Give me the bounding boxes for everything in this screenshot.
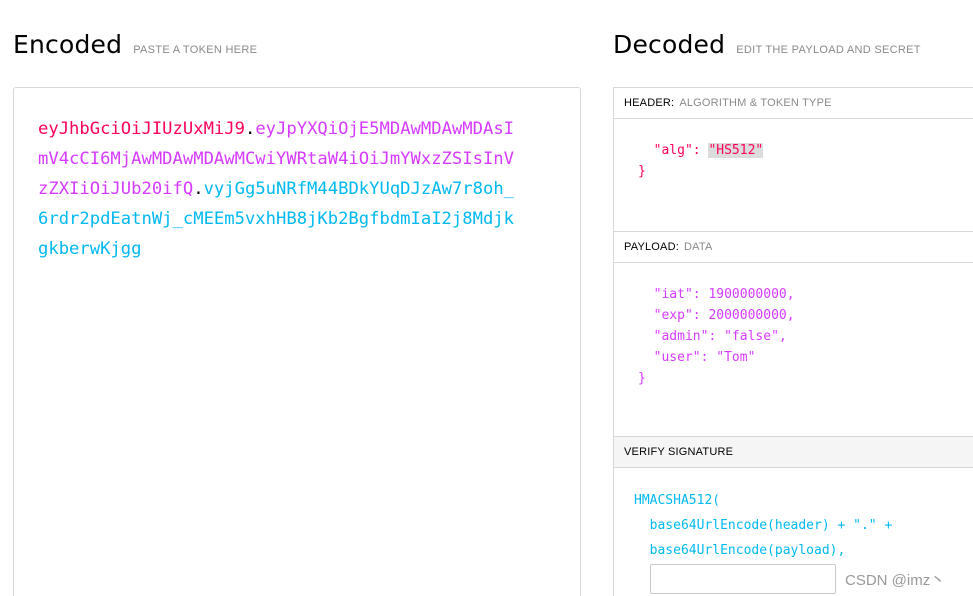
- payload-field-line: "user": "Tom": [653, 350, 756, 365]
- decoded-panel: HEADER: ALGORITHM & TOKEN TYPE "alg": "H…: [613, 87, 973, 596]
- payload-section-heading: PAYLOAD: DATA: [614, 232, 973, 263]
- json-key: "user": [653, 350, 701, 365]
- token-dot: .: [244, 119, 256, 139]
- json-value: 1900000000,: [708, 287, 795, 302]
- payload-section-label: PAYLOAD:: [624, 241, 679, 253]
- encoded-token-text[interactable]: eyJhbGciOiJIUzUxMiJ9.eyJpYXQiOjE5MDAwMDA…: [38, 114, 518, 264]
- header-json-editor[interactable]: "alg": "HS512" }: [614, 119, 973, 232]
- json-key: "iat": [653, 287, 693, 302]
- jwt-debugger-page: Encoded PASTE A TOKEN HERE Decoded EDIT …: [0, 0, 973, 596]
- decoded-title: Decoded: [613, 30, 726, 59]
- verify-signature-body: HMACSHA512( base64UrlEncode(header) + ".…: [614, 468, 973, 594]
- json-value: "false",: [724, 329, 787, 344]
- verify-code-line: base64UrlEncode(payload),: [634, 543, 846, 558]
- payload-section-sub: DATA: [684, 241, 713, 253]
- encoded-title: Encoded: [13, 30, 123, 59]
- encoded-token-editor[interactable]: eyJhbGciOiJIUzUxMiJ9.eyJpYXQiOjE5MDAwMDA…: [13, 87, 581, 596]
- json-key: "alg": [653, 143, 693, 158]
- decoded-subtitle: EDIT THE PAYLOAD AND SECRET: [736, 44, 921, 56]
- json-key: "exp": [653, 308, 693, 323]
- payload-json-editor[interactable]: "iat": 1900000000, "exp": 2000000000, "a…: [614, 263, 973, 437]
- json-value: "Tom": [716, 350, 756, 365]
- token-dot: .: [193, 179, 204, 199]
- verify-code-line: base64UrlEncode(header) + "." +: [634, 518, 893, 533]
- json-close-brace: }: [638, 164, 646, 179]
- header-section-heading: HEADER: ALGORITHM & TOKEN TYPE: [614, 88, 973, 119]
- verify-section-heading: VERIFY SIGNATURE: [614, 437, 973, 468]
- json-key: "admin": [653, 329, 709, 344]
- verify-code-line: HMACSHA512(: [634, 493, 721, 508]
- json-value: 2000000000,: [708, 308, 795, 323]
- encoded-subtitle: PASTE A TOKEN HERE: [133, 44, 258, 56]
- token-header-part: eyJhbGciOiJIUzUxMiJ9: [38, 119, 245, 139]
- header-alg-line: "alg": "HS512": [653, 143, 764, 158]
- secret-input[interactable]: [650, 564, 836, 594]
- header-section-label: HEADER:: [624, 97, 675, 109]
- json-value: "HS512": [708, 143, 764, 158]
- payload-close-line: }: [638, 368, 973, 389]
- watermark: CSDN @imz丶: [845, 572, 946, 589]
- json-close-brace: }: [638, 371, 646, 386]
- payload-field-line: "iat": 1900000000,: [653, 287, 795, 302]
- encoded-heading: Encoded PASTE A TOKEN HERE: [13, 30, 257, 59]
- payload-field-line: "exp": 2000000000,: [653, 308, 795, 323]
- decoded-heading: Decoded EDIT THE PAYLOAD AND SECRET: [613, 30, 921, 59]
- payload-field-line: "admin": "false",: [653, 329, 787, 344]
- verify-section-label: VERIFY SIGNATURE: [624, 446, 734, 458]
- header-close-line: }: [638, 161, 973, 182]
- header-section-sub: ALGORITHM & TOKEN TYPE: [679, 97, 832, 109]
